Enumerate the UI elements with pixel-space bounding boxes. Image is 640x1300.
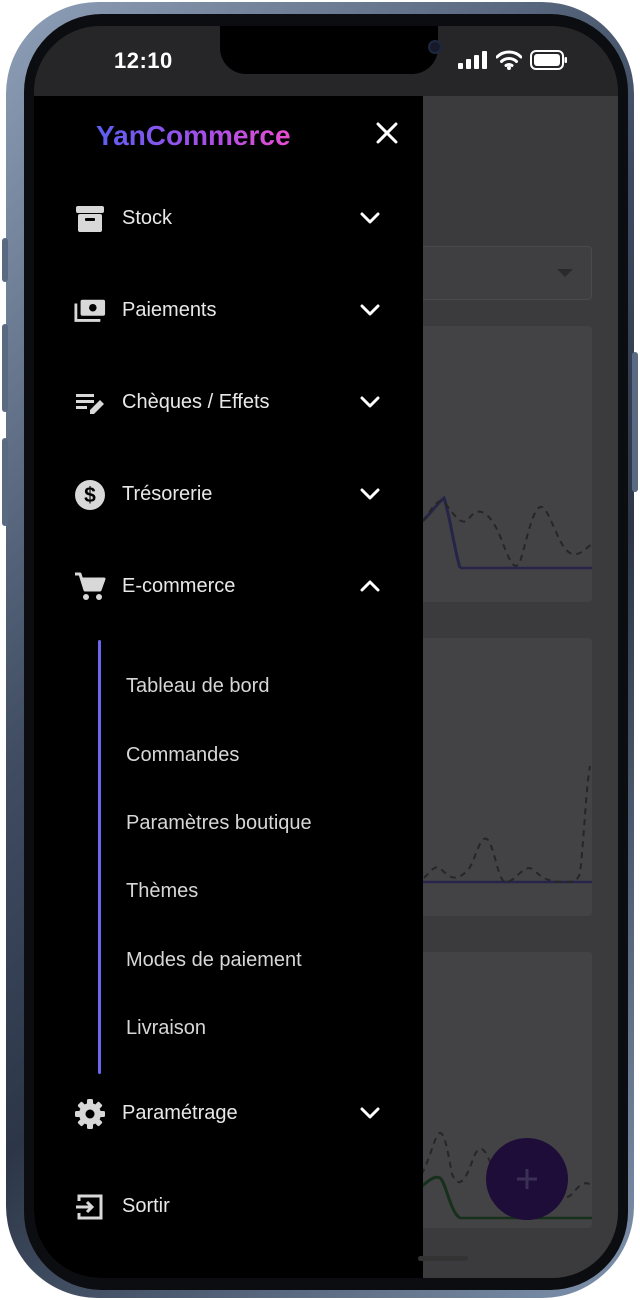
chevron-down-icon: [358, 298, 382, 322]
archive-icon: [74, 203, 106, 235]
brand-logo: YanCommerce: [96, 120, 291, 151]
notch: [220, 26, 442, 74]
navigation-drawer: YanCommerce Stock Paiements Chèques / Ef…: [34, 96, 423, 1278]
submenu-label: Thèmes: [126, 880, 199, 902]
submenu-item-commandes[interactable]: Commandes: [126, 734, 406, 774]
nav-item-ecommerce[interactable]: E-commerce: [34, 556, 423, 616]
submenu-label: Tableau de bord: [126, 675, 270, 697]
background-chart-2: [413, 765, 592, 884]
background-chart-1: [413, 495, 593, 570]
volume-up-button: [2, 324, 8, 412]
background-chart-card-1: [413, 326, 593, 602]
submenu-item-tableau-de-bord[interactable]: Tableau de bord: [126, 665, 406, 705]
submenu-item-parametres-boutique[interactable]: Paramètres boutique: [126, 802, 406, 842]
chevron-down-icon: [358, 482, 382, 506]
chevron-down-icon: [358, 390, 382, 414]
submenu-item-modes-de-paiement[interactable]: Modes de paiement: [126, 939, 406, 979]
submenu-item-themes[interactable]: Thèmes: [126, 870, 406, 910]
exit-icon: [74, 1191, 106, 1223]
nav-item-parametrage[interactable]: Paramétrage: [34, 1083, 423, 1143]
nav-label-ecommerce: E-commerce: [122, 575, 236, 597]
close-icon: [376, 122, 398, 144]
submenu-item-livraison[interactable]: Livraison: [126, 1007, 406, 1047]
nav-label-cheques-effets: Chèques / Effets: [122, 391, 270, 413]
nav-label-tresorerie: Trésorerie: [122, 483, 213, 505]
nav-item-paiements[interactable]: Paiements: [34, 280, 423, 340]
status-icons: [458, 50, 568, 70]
submenu-label: Commandes: [126, 744, 240, 766]
submenu-label: Livraison: [126, 1017, 207, 1039]
nav-item-sortir[interactable]: Sortir: [34, 1176, 423, 1236]
phone-frame: 12:10 YanCommerce Stock Paiements Chèque…: [2, 2, 638, 1298]
chevron-down-icon: [358, 1101, 382, 1125]
nav-label-sortir: Sortir: [122, 1195, 170, 1217]
add-fab-button[interactable]: [486, 1138, 568, 1220]
mute-switch: [2, 238, 8, 282]
nav-item-tresorerie[interactable]: $ Trésorerie: [34, 464, 423, 524]
home-indicator: [418, 1256, 468, 1261]
volume-down-button: [2, 438, 8, 526]
nav-label-parametrage: Paramétrage: [122, 1102, 238, 1124]
close-drawer-button[interactable]: [372, 118, 402, 148]
nav-item-cheques-effets[interactable]: Chèques / Effets: [34, 372, 423, 432]
battery-icon: [530, 50, 567, 70]
submenu-label: Paramètres boutique: [126, 812, 312, 834]
dollar-circle-icon: $: [74, 479, 106, 511]
status-bar: 12:10: [34, 26, 618, 96]
status-time: 12:10: [114, 48, 173, 73]
nav-item-stock[interactable]: Stock: [34, 188, 423, 248]
power-button: [632, 352, 638, 492]
wifi-icon: [496, 50, 522, 70]
payments-icon: [74, 295, 106, 327]
chevron-down-icon: [358, 206, 382, 230]
screen: 12:10 YanCommerce Stock Paiements Chèque…: [34, 26, 618, 1278]
submenu-label: Modes de paiement: [126, 949, 302, 971]
edit-note-icon: [74, 387, 106, 419]
chevron-up-icon: [358, 574, 382, 598]
cart-icon: [74, 571, 106, 603]
nav-label-stock: Stock: [122, 207, 173, 229]
submenu-indicator-line: [98, 640, 101, 1074]
gear-icon: [74, 1098, 106, 1130]
front-camera: [428, 40, 442, 54]
svg-text:$: $: [84, 484, 96, 507]
background-chart-card-2: [413, 638, 592, 916]
cellular-signal-icon: [458, 51, 487, 69]
background-dropdown: [414, 246, 592, 300]
dropdown-caret-icon: [557, 269, 573, 277]
plus-icon: [517, 1169, 537, 1189]
nav-label-paiements: Paiements: [122, 299, 217, 321]
